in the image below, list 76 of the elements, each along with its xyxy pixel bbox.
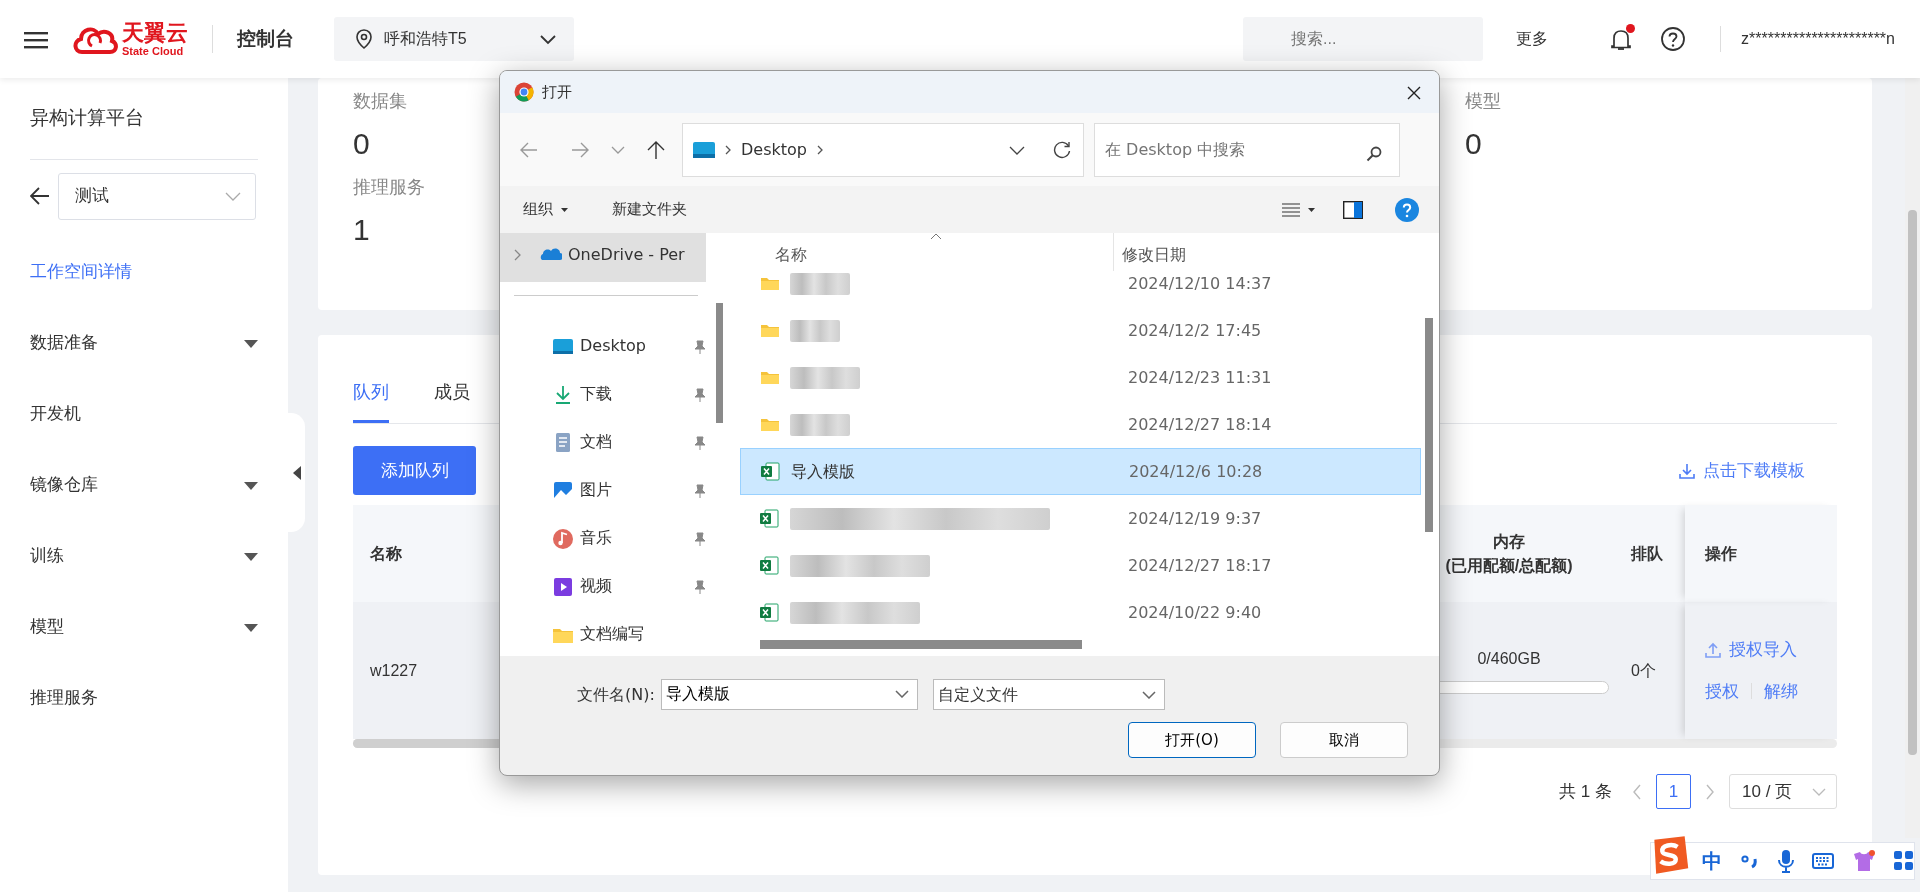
column-header[interactable]: 名称 <box>775 243 1113 271</box>
navigation-item[interactable]: 音乐 <box>500 514 706 562</box>
organize-menu[interactable]: 组织 <box>523 198 568 221</box>
sidebar-item[interactable]: 工作空间详情 <box>0 236 288 308</box>
tab[interactable]: 成员 <box>434 371 470 423</box>
column-header: 名称 <box>370 543 402 564</box>
brand-name: 天翼云 <box>122 21 188 44</box>
brand-subtitle: State Cloud <box>122 45 185 57</box>
page-number[interactable]: 1 <box>1656 774 1691 809</box>
action-link[interactable]: 解绑 <box>1764 678 1798 704</box>
navigation-item[interactable]: Desktop <box>500 322 706 370</box>
file-row[interactable]: 2024/12/27 18:17 <box>740 542 1421 589</box>
console-title: 控制台 <box>237 26 294 51</box>
file-row[interactable]: 2024/10/22 9:40 <box>740 589 1421 636</box>
navigation-item[interactable]: OneDrive - Per <box>500 233 706 282</box>
modified-date: 2024/10/22 9:40 <box>1128 601 1262 624</box>
stat-label: 数据集 <box>353 90 407 113</box>
file-row[interactable]: 2024/12/10 14:37 <box>740 271 1421 307</box>
table-cell-text: 0个 <box>1631 660 1656 681</box>
sidebar-item[interactable]: 训练 <box>0 520 288 592</box>
cancel-button[interactable]: 取消 <box>1280 722 1408 758</box>
modified-date: 2024/12/19 9:37 <box>1128 507 1262 530</box>
stat-value: 1 <box>353 212 370 248</box>
platform-title: 异构计算平台 <box>30 106 145 130</box>
modified-date: 2024/12/2 17:45 <box>1128 319 1262 342</box>
stat-value: 0 <box>353 126 370 162</box>
file-row[interactable]: 2024/12/19 9:37 <box>740 495 1421 542</box>
page-size-select[interactable]: 10 / 页 <box>1729 774 1837 809</box>
stat-label: 模型 <box>1465 90 1501 113</box>
stat-label: 推理服务 <box>353 176 425 199</box>
modified-date: 2024/12/6 10:28 <box>1129 460 1263 483</box>
input-mode-toggle[interactable]: 中 <box>1702 846 1722 876</box>
modified-date: 2024/12/27 18:17 <box>1128 554 1272 577</box>
add-queue-button[interactable]: 添加队列 <box>353 446 476 495</box>
address-bar[interactable]: Desktop <box>682 122 1084 177</box>
table-cell-text: w1227 <box>370 660 418 681</box>
file-row[interactable]: 导入模版 2024/12/6 10:28 <box>740 448 1421 495</box>
search-field[interactable]: 在 Desktop 中搜索 <box>1094 122 1400 177</box>
file-row[interactable]: 2024/12/2 17:45 <box>740 307 1421 354</box>
stat-value: 0 <box>1465 126 1482 162</box>
column-header: 内存 (已用配额/总配额) <box>1445 531 1573 576</box>
file-row[interactable]: 2024/12/27 18:14 <box>740 401 1421 448</box>
file-type-select[interactable]: 自定义文件 <box>932 679 1165 710</box>
column-header[interactable]: 修改日期 <box>1122 243 1186 271</box>
table-cell-text: 0/460GB <box>1477 649 1541 669</box>
file-name-field[interactable]: 导入模版 <box>660 679 918 710</box>
navigation-item[interactable]: 图片 <box>500 466 706 514</box>
workspace-select[interactable]: 测试 <box>58 172 256 220</box>
navigation-item[interactable]: 视频 <box>500 562 706 610</box>
navigation-item[interactable]: 下载 <box>500 370 706 418</box>
sidebar-item[interactable]: 开发机 <box>0 378 288 450</box>
sidebar-item[interactable]: 模型 <box>0 591 288 663</box>
file-name-label: 文件名(N): <box>577 683 655 706</box>
pagination-total: 共 1 条 <box>1559 780 1612 803</box>
navigation-item[interactable]: 文档编写 <box>500 610 706 656</box>
user-name[interactable]: z**********************n <box>1741 27 1895 51</box>
modified-date: 2024/12/23 11:31 <box>1128 366 1272 389</box>
tab[interactable]: 队列 <box>353 371 389 423</box>
modified-date: 2024/12/27 18:14 <box>1128 413 1272 436</box>
sidebar-item[interactable]: 推理服务 <box>0 662 288 734</box>
new-folder-button[interactable]: 新建文件夹 <box>612 198 687 221</box>
authorize-import-link[interactable]: 授权导入 <box>1705 637 1837 663</box>
file-row[interactable]: 2024/12/23 11:31 <box>740 354 1421 401</box>
column-header: 操作 <box>1705 543 1737 564</box>
sidebar-item[interactable]: 数据准备 <box>0 307 288 379</box>
action-link[interactable]: 授权 <box>1705 678 1739 704</box>
region-selector[interactable]: 呼和浩特T5 <box>334 17 574 61</box>
open-button[interactable]: 打开(O) <box>1128 722 1256 758</box>
search-field[interactable]: 搜索... <box>1243 17 1484 61</box>
download-template-link[interactable]: 点击下载模板 <box>1679 457 1805 484</box>
navigation-item[interactable]: 文档 <box>500 418 706 466</box>
more-link[interactable]: 更多 <box>1516 27 1549 51</box>
column-header: 排队 <box>1631 543 1663 564</box>
modified-date: 2024/12/10 14:37 <box>1128 272 1272 295</box>
sidebar-item[interactable]: 镜像仓库 <box>0 449 288 521</box>
dialog-title: 打开 <box>542 81 572 103</box>
